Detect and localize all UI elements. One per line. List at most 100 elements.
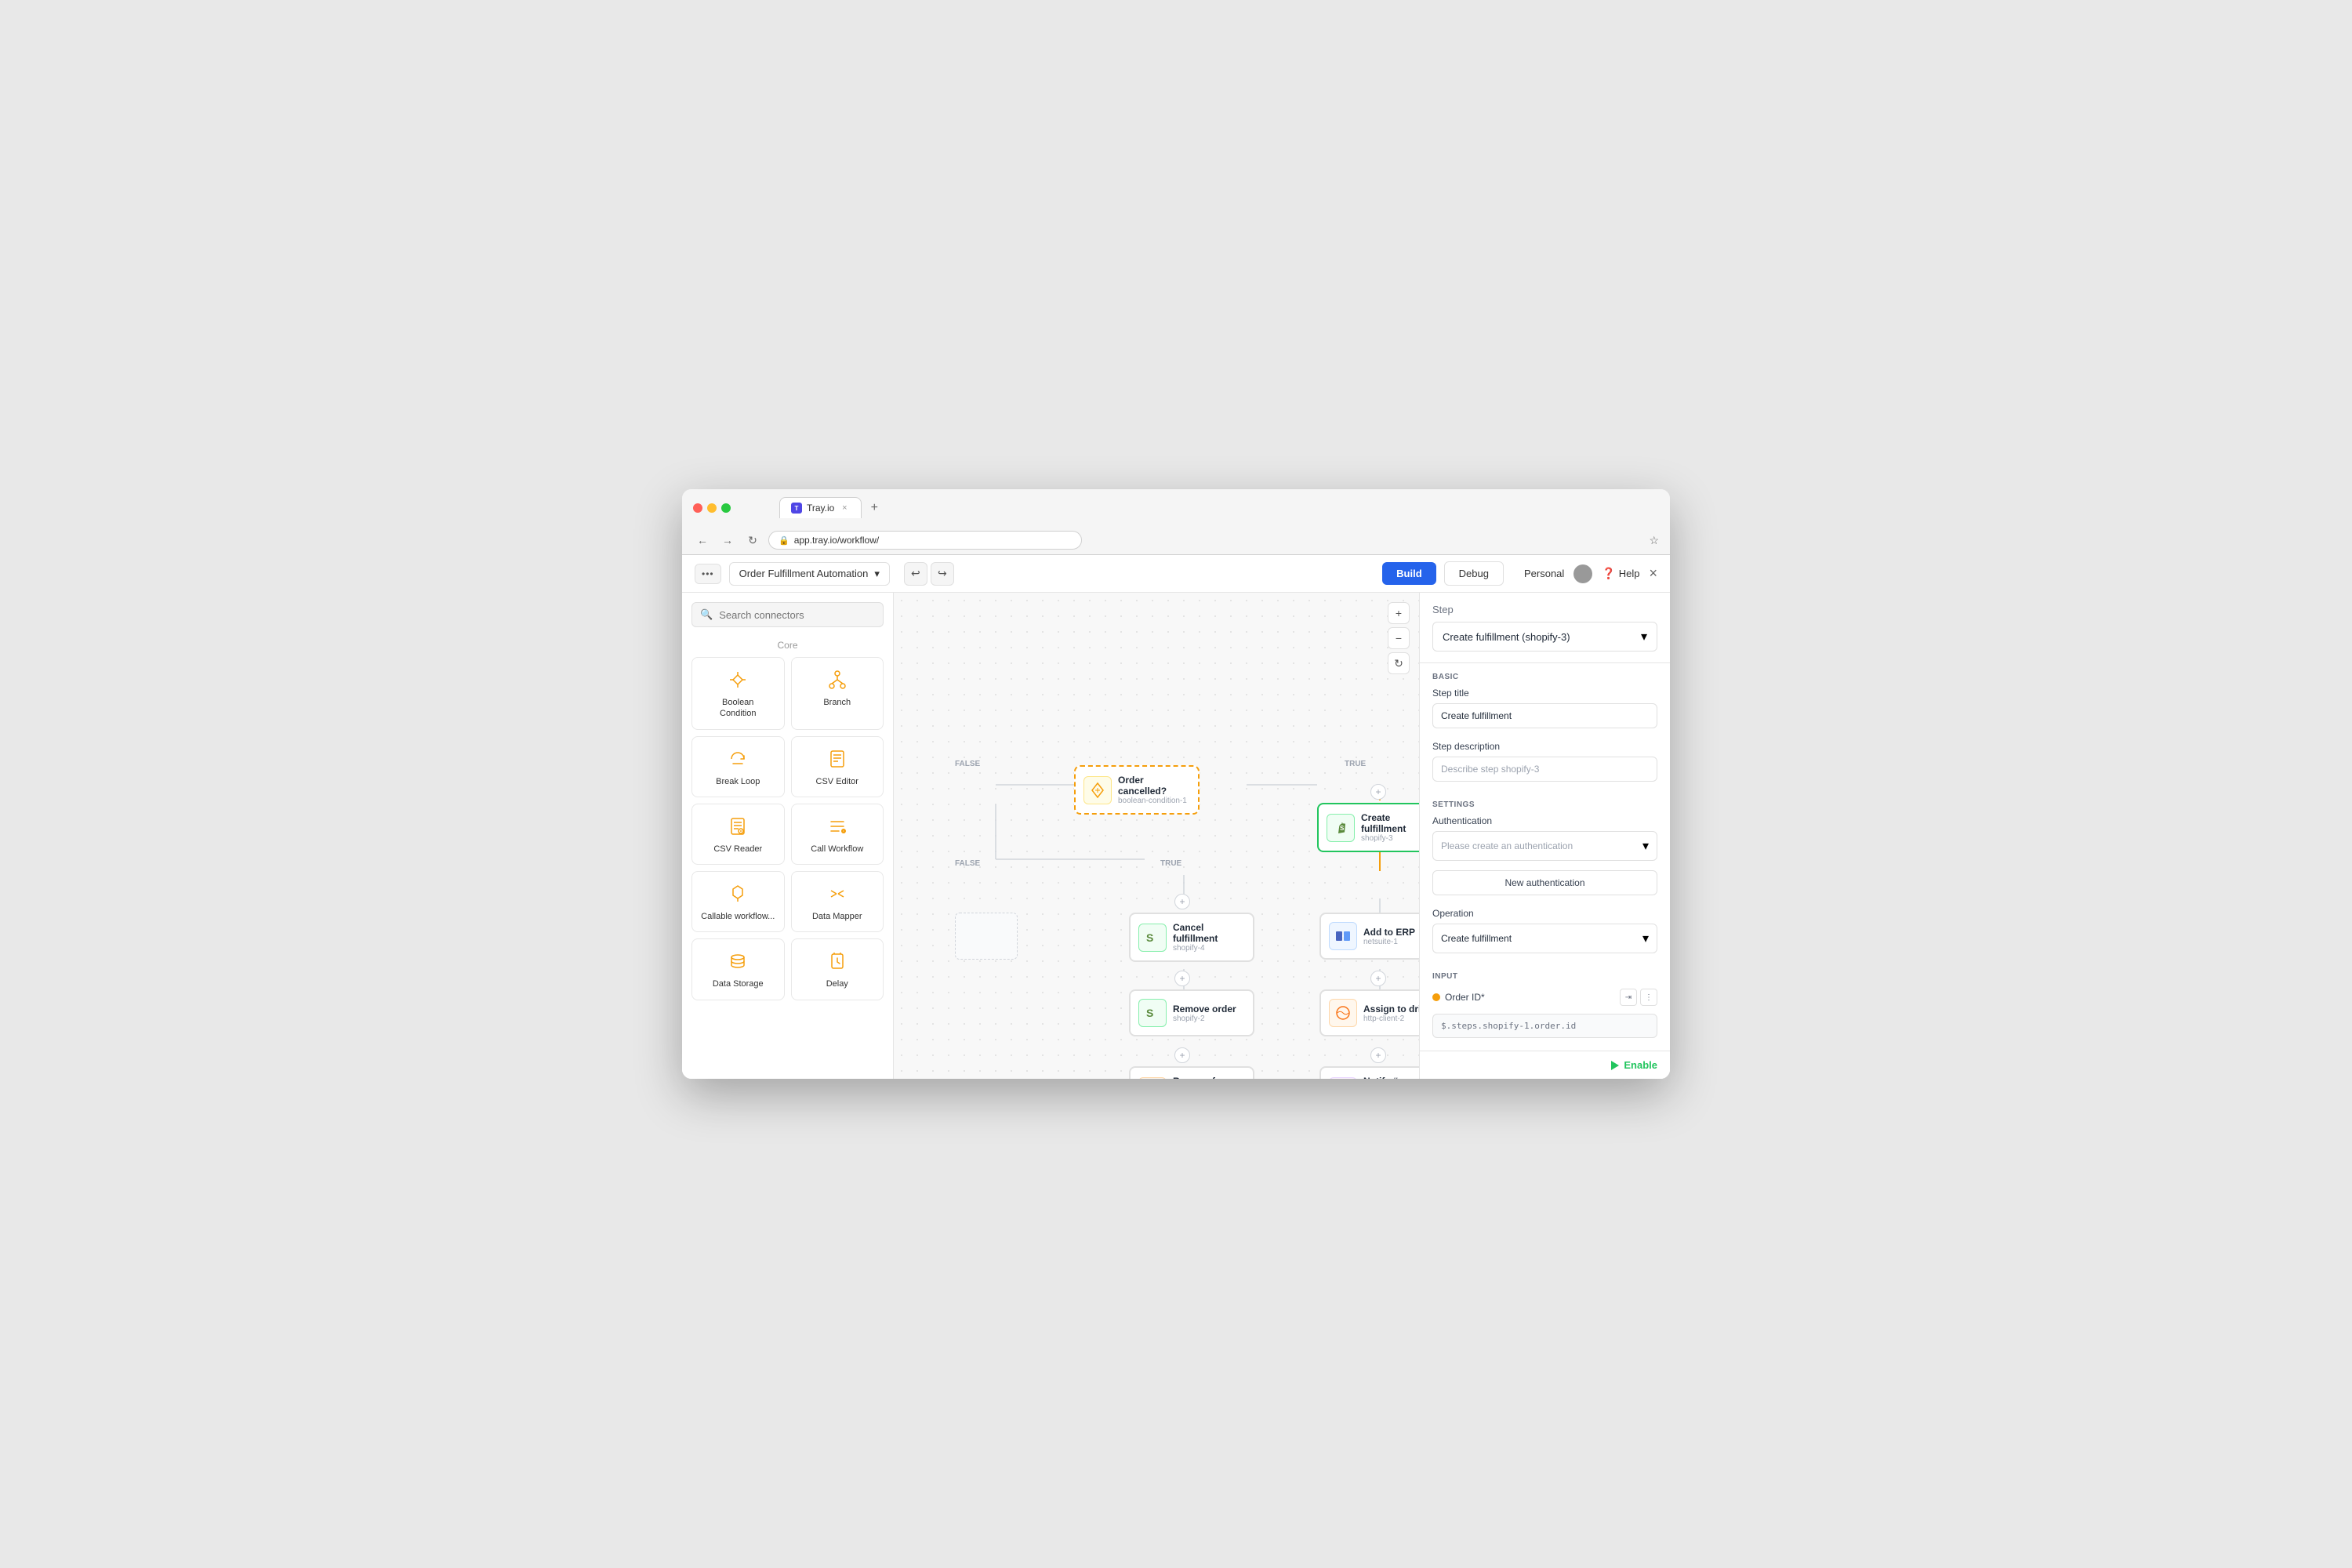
add-erp-node[interactable]: Add to ERP netsuite-1 xyxy=(1319,913,1419,960)
boolean-condition-label: BooleanCondition xyxy=(720,697,756,720)
new-auth-btn[interactable]: New authentication xyxy=(1432,870,1657,895)
connector-data-storage[interactable]: Data Storage xyxy=(691,938,785,1000)
redo-btn[interactable]: ↪ xyxy=(931,562,954,586)
search-input[interactable] xyxy=(719,609,875,621)
search-box[interactable]: 🔍 xyxy=(691,602,884,627)
tab-favicon: T xyxy=(791,503,802,514)
svg-text:S: S xyxy=(1340,825,1345,832)
minimize-traffic-light[interactable] xyxy=(707,503,717,513)
add-erp-card[interactable]: Add to ERP netsuite-1 xyxy=(1319,913,1419,960)
svg-text:S: S xyxy=(1146,931,1153,944)
operation-select[interactable]: Create fulfillment ▾ xyxy=(1432,924,1657,953)
new-tab-btn[interactable]: + xyxy=(865,499,884,517)
url-text: app.tray.io/workflow/ xyxy=(794,535,880,546)
chevron-down-icon: ▾ xyxy=(874,568,880,580)
enable-bar: Enable xyxy=(1420,1051,1670,1079)
input-more-btn[interactable]: ⋮ xyxy=(1640,989,1657,1006)
input-mapping-btn[interactable]: ⇥ xyxy=(1620,989,1637,1006)
enable-label: Enable xyxy=(1624,1059,1657,1071)
connector-csv-editor[interactable]: CSV Editor xyxy=(791,736,884,797)
help-btn[interactable]: ❓ Help xyxy=(1602,567,1639,580)
connector-delay[interactable]: Delay xyxy=(791,938,884,1000)
step-desc-input[interactable] xyxy=(1432,757,1657,782)
close-traffic-light[interactable] xyxy=(693,503,702,513)
slack-icon xyxy=(1329,1077,1357,1080)
add-btn-remove-delivery-above[interactable]: + xyxy=(1174,1047,1190,1063)
tab-close-btn[interactable]: × xyxy=(839,503,850,514)
input-section-label: INPUT xyxy=(1420,963,1670,984)
cancel-fulfillment-node[interactable]: S Cancel fulfillment shopify-4 xyxy=(1129,913,1254,962)
delay-icon xyxy=(825,949,850,974)
remove-delivery-text: Remove from delivery http-client-4 xyxy=(1173,1076,1245,1079)
order-id-label-text: Order ID* xyxy=(1445,992,1485,1003)
workflow-canvas[interactable]: + − ↻ xyxy=(894,593,1419,1079)
browser-tab[interactable]: T Tray.io × xyxy=(779,497,862,518)
netsuite-icon xyxy=(1329,922,1357,950)
more-options-btn[interactable]: ••• xyxy=(695,564,721,584)
step-selector[interactable]: Create fulfillment (shopify-3) ▾ xyxy=(1432,622,1657,652)
zoom-in-btn[interactable]: + xyxy=(1388,602,1410,624)
bookmark-btn[interactable]: ☆ xyxy=(1649,534,1659,547)
build-btn[interactable]: Build xyxy=(1382,562,1436,585)
connector-boolean-condition[interactable]: BooleanCondition xyxy=(691,657,785,730)
false-label: FALSE xyxy=(955,760,980,768)
canvas-refresh-btn[interactable]: ↻ xyxy=(1388,652,1410,674)
user-avatar[interactable] xyxy=(1573,564,1592,583)
add-btn-remove-order-above[interactable]: + xyxy=(1174,971,1190,986)
maximize-traffic-light[interactable] xyxy=(721,503,731,513)
address-bar[interactable]: 🔒 app.tray.io/workflow/ xyxy=(768,531,1082,550)
condition-node-card[interactable]: Order cancelled? boolean-condition-1 xyxy=(1074,765,1200,815)
connector-callable-workflow[interactable]: Callable workflow... xyxy=(691,871,785,932)
assign-driver-node[interactable]: Assign to driver http-client-2 xyxy=(1319,989,1419,1036)
remove-delivery-node[interactable]: Remove from delivery http-client-4 xyxy=(1129,1066,1254,1079)
step-title-input[interactable] xyxy=(1432,703,1657,728)
tab-title: Tray.io xyxy=(807,503,834,514)
add-btn-above-create[interactable]: + xyxy=(1370,784,1386,800)
shopify-icon-cancel: S xyxy=(1138,924,1167,952)
connector-call-workflow[interactable]: Call Workflow xyxy=(791,804,884,865)
panel-header: Step Create fulfillment (shopify-3) ▾ xyxy=(1420,593,1670,663)
connector-data-mapper[interactable]: Data Mapper xyxy=(791,871,884,932)
condition-icon xyxy=(1083,776,1112,804)
notify-orders-text: Notify #new-orders slack-1 xyxy=(1363,1076,1419,1079)
nav-refresh-btn[interactable]: ↻ xyxy=(743,531,762,550)
notify-orders-card[interactable]: Notify #new-orders slack-1 xyxy=(1319,1066,1419,1079)
remove-delivery-card[interactable]: Remove from delivery http-client-4 xyxy=(1129,1066,1254,1079)
create-fulfillment-card[interactable]: S Create fulfillment shopify-3 xyxy=(1317,803,1419,852)
enable-btn[interactable]: Enable xyxy=(1611,1059,1657,1071)
add-btn-assign-driver-above[interactable]: + xyxy=(1370,971,1386,986)
app-toolbar: ••• Order Fulfillment Automation ▾ ↩ ↪ B… xyxy=(682,555,1670,593)
assign-driver-card[interactable]: Assign to driver http-client-2 xyxy=(1319,989,1419,1036)
remove-order-node[interactable]: S Remove order shopify-2 xyxy=(1129,989,1254,1036)
assign-driver-title: Assign to driver xyxy=(1363,1004,1419,1014)
cancel-fulfillment-card[interactable]: S Cancel fulfillment shopify-4 xyxy=(1129,913,1254,962)
debug-btn[interactable]: Debug xyxy=(1444,561,1504,586)
connector-csv-reader[interactable]: CSV Reader xyxy=(691,804,785,865)
boolean-condition-icon xyxy=(725,667,750,692)
close-window-btn[interactable]: × xyxy=(1649,565,1657,582)
add-btn-notify-above[interactable]: + xyxy=(1370,1047,1386,1063)
undo-btn[interactable]: ↩ xyxy=(904,562,927,586)
notify-orders-node[interactable]: Notify #new-orders slack-1 xyxy=(1319,1066,1419,1079)
add-btn-cancel-above[interactable]: + xyxy=(1174,894,1190,909)
workflow-name-text: Order Fulfillment Automation xyxy=(739,568,869,579)
auth-select[interactable]: Please create an authentication ▾ xyxy=(1432,831,1657,861)
zoom-out-btn[interactable]: − xyxy=(1388,627,1410,649)
connector-break-loop[interactable]: Break Loop xyxy=(691,736,785,797)
sidebar: 🔍 Core BooleanCondition xyxy=(682,593,894,1079)
nav-back-btn[interactable]: ← xyxy=(693,531,712,550)
toolbar-right: Personal ❓ Help × xyxy=(1524,564,1657,583)
data-mapper-icon xyxy=(825,881,850,906)
csv-editor-icon xyxy=(825,746,850,771)
shopify-icon-create: S xyxy=(1327,814,1355,842)
canvas-controls: + − ↻ xyxy=(1388,602,1410,674)
nav-forward-btn[interactable]: → xyxy=(718,531,737,550)
condition-node[interactable]: Order cancelled? boolean-condition-1 xyxy=(1074,765,1200,815)
shopify-icon-remove: S xyxy=(1138,999,1167,1027)
connector-branch[interactable]: Branch xyxy=(791,657,884,730)
remove-order-card[interactable]: S Remove order shopify-2 xyxy=(1129,989,1254,1036)
workflow-name-selector[interactable]: Order Fulfillment Automation ▾ xyxy=(729,562,890,586)
create-fulfillment-node[interactable]: S Create fulfillment shopify-3 xyxy=(1317,803,1419,852)
condition-node-sub: boolean-condition-1 xyxy=(1118,797,1190,805)
required-dot xyxy=(1432,993,1440,1001)
